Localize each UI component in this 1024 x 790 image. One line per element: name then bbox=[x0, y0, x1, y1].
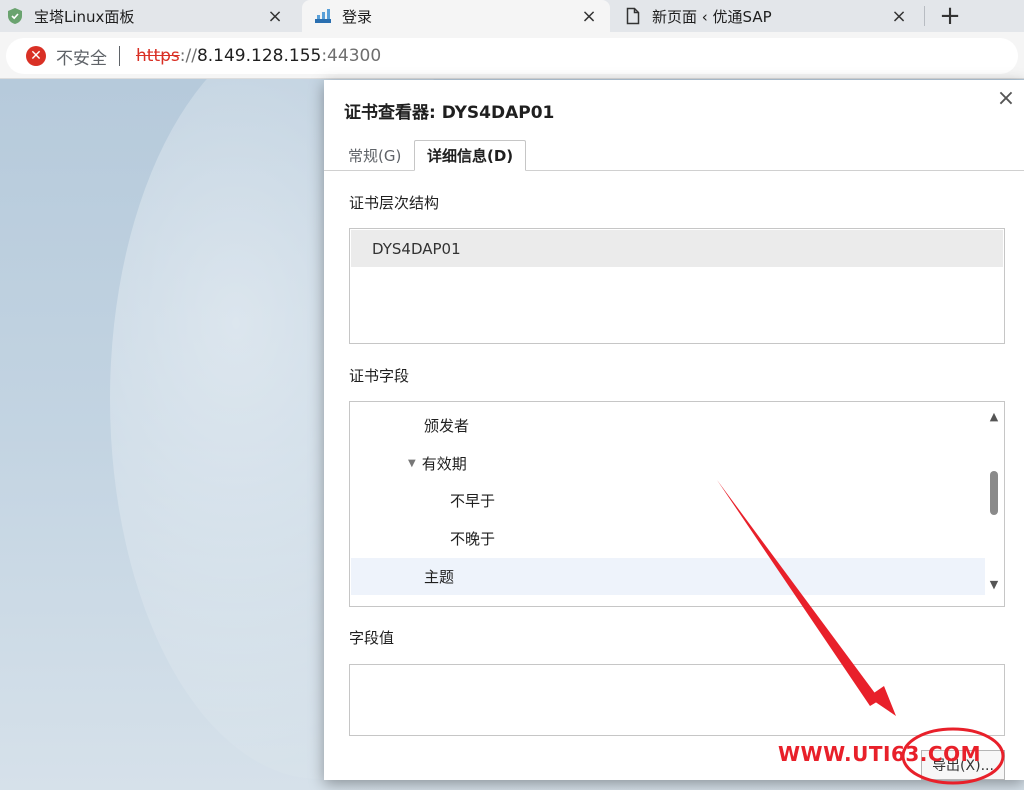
field-label: 颁发者 bbox=[424, 417, 470, 435]
url-port: :44300 bbox=[321, 46, 382, 66]
tab-title: 新页面 ‹ 优通SAP bbox=[652, 7, 772, 26]
field-subject[interactable]: 主题 bbox=[351, 558, 985, 595]
field-not-before[interactable]: 不早于 bbox=[351, 482, 985, 519]
fields-scrollbar[interactable]: ▲ ▼ bbox=[985, 403, 1003, 595]
tab-separator bbox=[924, 6, 925, 26]
certificate-viewer-dialog: 证书查看器: DYS4DAP01 × 常规(G) 详细信息(D) 证书层次结构 … bbox=[324, 80, 1024, 780]
dialog-title: 证书查看器: DYS4DAP01 bbox=[344, 103, 555, 123]
url-text[interactable]: https://8.149.128.155:44300 bbox=[136, 46, 381, 66]
field-not-after[interactable]: 不晚于 bbox=[351, 520, 985, 557]
hierarchy-label: 证书层次结构 bbox=[349, 194, 440, 212]
error-circle-icon[interactable]: ✕ bbox=[26, 46, 46, 66]
new-tab-button[interactable]: + bbox=[930, 0, 970, 32]
url-scheme: https bbox=[136, 46, 180, 66]
url-host: 8.149.128.155 bbox=[196, 46, 322, 66]
browser-toolbar: ✕ 不安全 https://8.149.128.155:44300 bbox=[0, 32, 1024, 79]
site-chart-icon bbox=[314, 7, 332, 25]
scroll-up-icon[interactable]: ▲ bbox=[985, 407, 1003, 425]
certificate-fields-list[interactable]: 颁发者 ▼ 有效期 不早于 不晚于 主题 ▲ ▼ bbox=[349, 401, 1005, 607]
page-icon bbox=[624, 7, 642, 25]
tab-new-page[interactable]: 新页面 ‹ 优通SAP × bbox=[614, 0, 920, 32]
scroll-down-icon[interactable]: ▼ bbox=[985, 575, 1003, 593]
tab-general[interactable]: 常规(G) bbox=[336, 140, 413, 170]
expand-triangle-icon[interactable]: ▼ bbox=[408, 458, 416, 469]
address-bar[interactable]: ✕ 不安全 https://8.149.128.155:44300 bbox=[6, 38, 1018, 74]
field-label: 不早于 bbox=[450, 492, 496, 510]
field-label: 主题 bbox=[424, 568, 455, 586]
field-label: 有效期 bbox=[421, 455, 467, 473]
field-value-label: 字段值 bbox=[349, 629, 395, 647]
watermark-text: WWW.UTI63.COM bbox=[778, 742, 981, 766]
field-value-box[interactable] bbox=[349, 664, 1005, 736]
browser-tab-strip: 宝塔Linux面板 × 登录 × 新页面 ‹ 优通SAP × + bbox=[0, 0, 1024, 32]
tab-title: 宝塔Linux面板 bbox=[34, 7, 135, 26]
fields-label: 证书字段 bbox=[349, 367, 410, 385]
security-status[interactable]: 不安全 bbox=[56, 44, 107, 69]
close-tab-icon[interactable]: × bbox=[578, 5, 600, 27]
tab-title: 登录 bbox=[342, 7, 373, 26]
tab-login[interactable]: 登录 × bbox=[302, 0, 610, 32]
field-issuer[interactable]: 颁发者 bbox=[351, 407, 985, 444]
certificate-hierarchy-list[interactable]: DYS4DAP01 bbox=[349, 228, 1005, 344]
address-divider bbox=[119, 46, 120, 66]
close-icon[interactable]: × bbox=[992, 84, 1020, 112]
hierarchy-item[interactable]: DYS4DAP01 bbox=[351, 230, 1003, 267]
shield-icon bbox=[6, 7, 24, 25]
close-tab-icon[interactable]: × bbox=[888, 5, 910, 27]
field-validity[interactable]: ▼ 有效期 bbox=[351, 445, 985, 482]
dialog-tabs: 常规(G) 详细信息(D) bbox=[324, 136, 1024, 171]
scrollbar-thumb[interactable] bbox=[990, 471, 998, 515]
tab-baota-panel[interactable]: 宝塔Linux面板 × bbox=[0, 0, 296, 32]
url-separator: :// bbox=[179, 46, 197, 66]
tab-details[interactable]: 详细信息(D) bbox=[414, 140, 527, 171]
field-label: 不晚于 bbox=[450, 530, 496, 548]
close-tab-icon[interactable]: × bbox=[264, 5, 286, 27]
